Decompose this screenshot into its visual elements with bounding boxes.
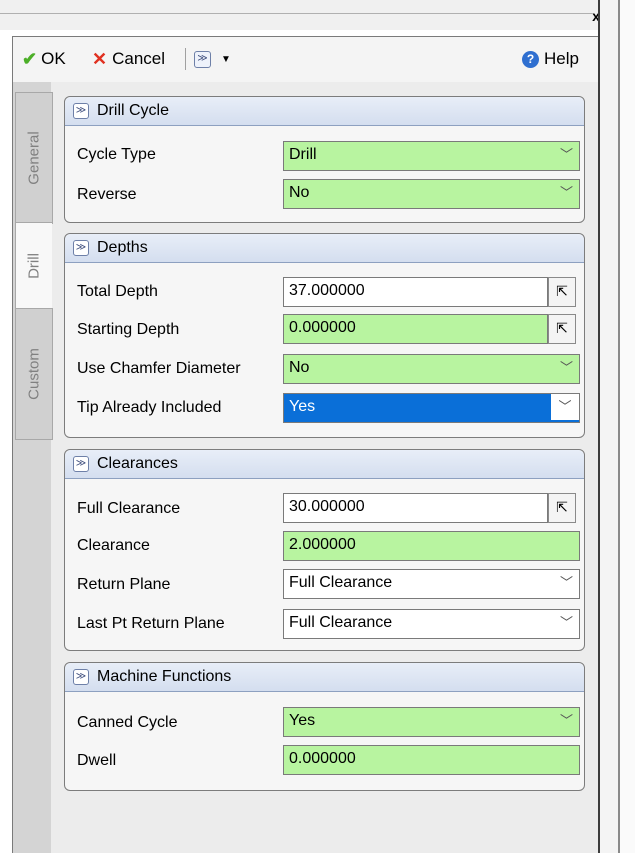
reverse-label: Reverse — [77, 186, 137, 203]
group-title: Clearances — [97, 455, 178, 472]
clearance-label: Clearance — [77, 537, 150, 554]
chevron-down-icon[interactable]: ﹀ — [551, 394, 579, 420]
ok-label: OK — [41, 49, 66, 68]
return-plane-value: Full Clearance — [289, 574, 393, 591]
clearance-value: 2.000000 — [289, 536, 356, 553]
dwell-value: 0.000000 — [289, 750, 356, 767]
checkmark-icon: ✔ — [22, 48, 38, 69]
tip-already-included-label: Tip Already Included — [77, 399, 222, 416]
pick-total-depth-button[interactable]: ⇱ — [548, 277, 576, 307]
canned-cycle-value: Yes — [289, 712, 316, 729]
window-edge — [620, 0, 635, 853]
group-header[interactable]: ≫ Drill Cycle — [65, 97, 584, 126]
dwell-label: Dwell — [77, 752, 117, 769]
total-depth-value: 37.000000 — [289, 282, 365, 299]
cancel-label: Cancel — [112, 49, 166, 68]
use-chamfer-diameter-select[interactable]: No ﹀ — [283, 354, 580, 384]
pick-starting-depth-button[interactable]: ⇱ — [548, 314, 576, 344]
cross-icon: ✕ — [92, 48, 108, 69]
expand-groups-button[interactable]: ≫ ▼ — [194, 48, 231, 70]
tab-custom[interactable]: Custom — [15, 308, 53, 440]
chevron-down-icon[interactable]: ﹀ — [560, 570, 573, 596]
group-header[interactable]: ≫ Depths — [65, 234, 584, 263]
cycle-type-select[interactable]: Drill ﹀ — [283, 141, 580, 171]
total-depth-label: Total Depth — [77, 283, 158, 300]
expand-icon: ≫ — [194, 50, 211, 68]
cycle-type-value: Drill — [289, 146, 317, 163]
last-pt-return-plane-select[interactable]: Full Clearance ﹀ — [283, 609, 580, 639]
dwell-input[interactable]: 0.000000 — [283, 745, 580, 775]
group-header[interactable]: ≫ Clearances — [65, 450, 584, 479]
collapse-icon[interactable]: ≫ — [73, 103, 89, 119]
tab-custom-label: Custom — [25, 348, 43, 400]
chevron-down-icon[interactable]: ﹀ — [560, 142, 573, 168]
full-clearance-label: Full Clearance — [77, 500, 181, 517]
pick-full-clearance-button[interactable]: ⇱ — [548, 493, 576, 523]
toolbar-separator — [185, 48, 186, 70]
chevron-down-icon[interactable]: ﹀ — [560, 355, 573, 381]
return-plane-select[interactable]: Full Clearance ﹀ — [283, 569, 580, 599]
tab-general[interactable]: General — [15, 92, 53, 224]
last-pt-return-plane-value: Full Clearance — [289, 614, 393, 631]
window-top-divider — [0, 13, 592, 14]
starting-depth-value: 0.000000 — [289, 319, 356, 336]
pointer-icon: ⇱ — [556, 499, 568, 515]
total-depth-input[interactable]: 37.000000 — [283, 277, 548, 307]
collapse-icon[interactable]: ≫ — [73, 456, 89, 472]
group-title: Machine Functions — [97, 668, 232, 685]
group-drill-cycle: ≫ Drill Cycle Cycle Type Drill ﹀ Reverse… — [64, 96, 585, 223]
full-clearance-value: 30.000000 — [289, 498, 365, 515]
group-machine-functions: ≫ Machine Functions Canned Cycle Yes ﹀ D… — [64, 662, 585, 791]
chevron-down-icon[interactable]: ﹀ — [560, 708, 573, 734]
tab-drill[interactable]: Drill — [15, 222, 52, 310]
group-title: Depths — [97, 239, 148, 256]
full-clearance-input[interactable]: 30.000000 — [283, 493, 548, 523]
collapse-icon[interactable]: ≫ — [73, 669, 89, 685]
tab-drill-label: Drill — [25, 253, 43, 279]
tip-already-included-select[interactable]: Yes ﹀ — [283, 393, 580, 423]
cycle-type-label: Cycle Type — [77, 146, 156, 163]
use-chamfer-diameter-value: No — [289, 359, 310, 376]
clearance-input[interactable]: 2.000000 — [283, 531, 580, 561]
ok-button[interactable]: ✔ OK — [22, 48, 66, 70]
splitter-border — [618, 0, 620, 853]
splitter-bar[interactable] — [600, 0, 618, 853]
panel-border-right — [598, 0, 600, 853]
tip-already-included-value: Yes — [289, 398, 316, 415]
group-header[interactable]: ≫ Machine Functions — [65, 663, 584, 692]
group-title: Drill Cycle — [97, 102, 169, 119]
group-clearances: ≫ Clearances Full Clearance 30.000000 ⇱ … — [64, 449, 585, 651]
last-pt-return-plane-label: Last Pt Return Plane — [77, 615, 225, 632]
canned-cycle-select[interactable]: Yes ﹀ — [283, 707, 580, 737]
use-chamfer-diameter-label: Use Chamfer Diameter — [77, 360, 241, 377]
reverse-value: No — [289, 184, 310, 201]
reverse-select[interactable]: No ﹀ — [283, 179, 580, 209]
return-plane-label: Return Plane — [77, 576, 171, 593]
help-label: Help — [544, 49, 579, 68]
cancel-button[interactable]: ✕ Cancel — [92, 48, 165, 70]
chevron-down-icon[interactable]: ▼ — [221, 54, 231, 65]
group-depths: ≫ Depths Total Depth 37.000000 ⇱ Startin… — [64, 233, 585, 438]
help-icon: ? — [522, 50, 539, 68]
tab-general-label: General — [25, 131, 43, 185]
collapse-icon[interactable]: ≫ — [73, 240, 89, 256]
window-top-strip — [0, 0, 600, 30]
starting-depth-input[interactable]: 0.000000 — [283, 314, 548, 344]
help-button[interactable]: ? Help — [522, 48, 579, 70]
chevron-down-icon[interactable]: ﹀ — [560, 610, 573, 636]
canned-cycle-label: Canned Cycle — [77, 714, 178, 731]
pointer-icon: ⇱ — [556, 283, 568, 299]
chevron-down-icon[interactable]: ﹀ — [560, 180, 573, 206]
pointer-icon: ⇱ — [556, 320, 568, 336]
starting-depth-label: Starting Depth — [77, 321, 180, 338]
